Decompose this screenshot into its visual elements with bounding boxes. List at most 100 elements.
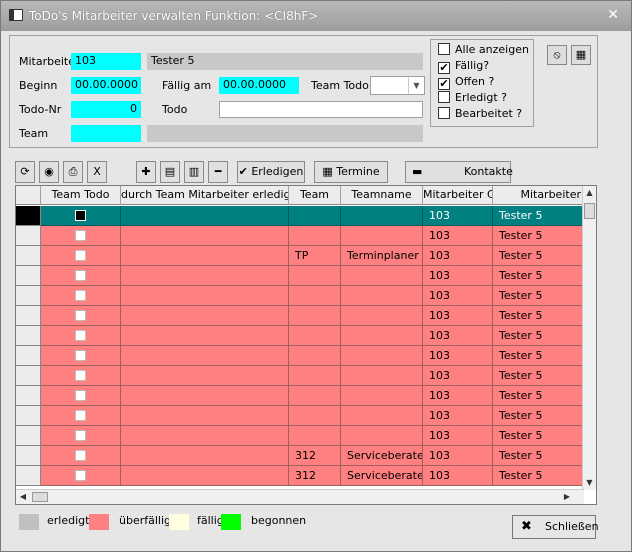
checkbox-box[interactable]: [438, 43, 450, 55]
team-todo-checkbox[interactable]: [75, 330, 86, 341]
team-todo-checkbox[interactable]: [75, 350, 86, 361]
table-cell[interactable]: [289, 426, 341, 446]
table-cell[interactable]: 103: [423, 366, 493, 386]
calculator-icon[interactable]: ▦: [571, 45, 591, 65]
header-erledigt[interactable]: durch Team Mitarbeiter erledigt: [121, 186, 289, 205]
row-indicator[interactable]: [16, 246, 41, 266]
table-cell[interactable]: 103: [423, 386, 493, 406]
table-cell[interactable]: [121, 266, 289, 286]
table-cell[interactable]: [341, 366, 423, 386]
table-cell[interactable]: [341, 206, 423, 226]
table-cell[interactable]: 103: [423, 266, 493, 286]
team-todo-checkbox[interactable]: [75, 310, 86, 321]
table-cell[interactable]: 103: [423, 446, 493, 466]
table-row[interactable]: 103 Tester 5: [16, 386, 584, 406]
filter-checkbox[interactable]: Bearbeitet ?: [438, 107, 522, 120]
table-row[interactable]: 312 Serviceberater 103 Tester 5: [16, 446, 584, 466]
table-cell[interactable]: [341, 346, 423, 366]
header-team-todo[interactable]: Team Todo: [41, 186, 121, 205]
table-cell[interactable]: [341, 386, 423, 406]
table-cell[interactable]: [41, 306, 121, 326]
table-row[interactable]: TP Terminplaner T 103 Tester 5: [16, 246, 584, 266]
table-cell[interactable]: [121, 306, 289, 326]
close-icon[interactable]: ✕: [607, 7, 619, 23]
table-cell[interactable]: [41, 346, 121, 366]
table-cell[interactable]: [121, 226, 289, 246]
table-cell[interactable]: Tester 5: [493, 466, 584, 486]
table-row[interactable]: 103 Tester 5: [16, 286, 584, 306]
table-cell[interactable]: Tester 5: [493, 366, 584, 386]
table-cell[interactable]: [289, 286, 341, 306]
team-todo-select[interactable]: ▼: [370, 76, 425, 95]
table-cell[interactable]: 312: [289, 466, 341, 486]
table-cell[interactable]: Tester 5: [493, 226, 584, 246]
vertical-scrollbar[interactable]: ▲ ▼: [582, 186, 596, 490]
termine-button[interactable]: ▦ Termine: [314, 161, 388, 183]
print-icon[interactable]: ⎙: [63, 161, 83, 183]
filter-checkbox[interactable]: Erledigt ?: [438, 91, 507, 104]
row-indicator[interactable]: [16, 466, 41, 486]
table-cell[interactable]: [289, 386, 341, 406]
table-row[interactable]: 103 Tester 5: [16, 326, 584, 346]
table-cell[interactable]: [41, 206, 121, 226]
table-row[interactable]: 103 Tester 5: [16, 266, 584, 286]
row-indicator[interactable]: [16, 366, 41, 386]
grid-layout-icon[interactable]: ▥: [184, 161, 204, 183]
table-cell[interactable]: 103: [423, 286, 493, 306]
team-todo-checkbox[interactable]: [75, 450, 86, 461]
horizontal-scrollbar[interactable]: ◀ ▶: [16, 489, 584, 504]
table-cell[interactable]: [289, 306, 341, 326]
row-indicator[interactable]: [16, 266, 41, 286]
table-cell[interactable]: [121, 446, 289, 466]
table-cell[interactable]: [121, 366, 289, 386]
table-cell[interactable]: [41, 286, 121, 306]
table-cell[interactable]: Tester 5: [493, 306, 584, 326]
table-cell[interactable]: [41, 446, 121, 466]
clear-filter-icon[interactable]: ⦸: [547, 45, 567, 65]
horizontal-scroll-thumb[interactable]: [32, 492, 48, 502]
table-row[interactable]: 312 Serviceberater 103 Tester 5: [16, 466, 584, 486]
scroll-right-icon[interactable]: ▶: [560, 490, 574, 504]
table-cell[interactable]: Tester 5: [493, 386, 584, 406]
table-row[interactable]: 103 Tester 5: [16, 346, 584, 366]
kontakte-button[interactable]: ▬ Kontakte: [405, 161, 513, 183]
table-cell[interactable]: [121, 326, 289, 346]
checkbox-box[interactable]: [438, 107, 450, 119]
table-row[interactable]: 103 Tester 5: [16, 206, 584, 226]
table-cell[interactable]: [289, 206, 341, 226]
table-cell[interactable]: [341, 406, 423, 426]
table-cell[interactable]: [41, 366, 121, 386]
table-cell[interactable]: [121, 246, 289, 266]
table-cell[interactable]: [41, 386, 121, 406]
row-indicator[interactable]: [16, 226, 41, 246]
team-todo-checkbox[interactable]: [75, 270, 86, 281]
table-cell[interactable]: 103: [423, 206, 493, 226]
table-cell[interactable]: [341, 326, 423, 346]
todo-nr-field[interactable]: 0: [71, 101, 141, 118]
row-indicator[interactable]: [16, 406, 41, 426]
table-cell[interactable]: [121, 346, 289, 366]
table-cell[interactable]: [341, 266, 423, 286]
table-cell[interactable]: Tester 5: [493, 266, 584, 286]
mitarbeiter-field[interactable]: 103: [71, 53, 141, 70]
row-indicator[interactable]: [16, 206, 41, 226]
table-cell[interactable]: Serviceberater: [341, 466, 423, 486]
table-cell[interactable]: [121, 386, 289, 406]
header-team[interactable]: Team: [289, 186, 341, 205]
table-cell[interactable]: [289, 346, 341, 366]
filter-checkbox[interactable]: ✔ Fällig?: [438, 59, 489, 74]
chevron-down-icon[interactable]: ▼: [408, 77, 424, 94]
table-cell[interactable]: 103: [423, 406, 493, 426]
checkbox-box[interactable]: [438, 91, 450, 103]
table-row[interactable]: 103 Tester 5: [16, 306, 584, 326]
row-indicator[interactable]: [16, 286, 41, 306]
checkmark-icon[interactable]: ✔: [438, 78, 450, 90]
scroll-left-icon[interactable]: ◀: [16, 490, 30, 504]
row-indicator[interactable]: [16, 386, 41, 406]
todo-field[interactable]: [219, 101, 423, 118]
table-cell[interactable]: Tester 5: [493, 326, 584, 346]
filter-checkbox[interactable]: ✔ Offen ?: [438, 75, 494, 90]
team-todo-checkbox[interactable]: [75, 470, 86, 481]
table-cell[interactable]: [41, 466, 121, 486]
add-icon[interactable]: ✚: [136, 161, 156, 183]
